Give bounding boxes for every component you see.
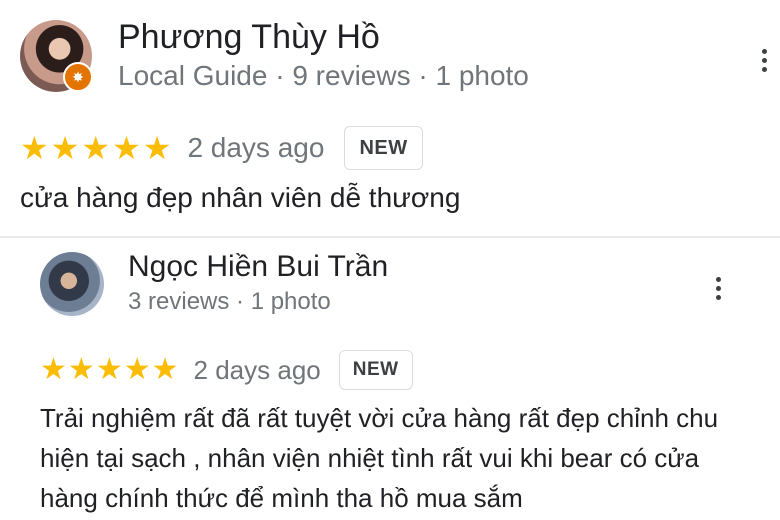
star-rating: ★ ★ ★ ★ ★ <box>40 355 180 385</box>
more-vert-icon <box>715 276 721 282</box>
star-icon: ★ <box>95 353 123 386</box>
star-icon: ★ <box>67 353 95 386</box>
rating-row: ★ ★ ★ ★ ★ 2 days ago NEW <box>20 126 423 170</box>
reviewer-meta: Local Guide · 9 reviews · 1 photo <box>118 60 529 91</box>
review-text: cửa hàng đẹp nhân viên dễ thương <box>20 182 461 213</box>
review-text: Trải nghiệm rất đã rất tuyệt vời cửa hàn… <box>40 403 719 513</box>
review-card: Ngọc Hiền Bui Trần 3 reviews · 1 photo ★… <box>0 238 780 520</box>
review-card: ✸ Phương Thùy Hồ Local Guide · 9 reviews… <box>0 0 780 236</box>
reviewer-name[interactable]: Phương Thùy Hồ <box>118 18 380 57</box>
review-date: 2 days ago <box>187 132 325 163</box>
more-options-button[interactable] <box>706 268 730 308</box>
star-icon: ★ <box>20 130 49 166</box>
review-date: 2 days ago <box>193 354 321 385</box>
new-badge: NEW <box>338 350 413 390</box>
star-icon: ★ <box>112 130 141 166</box>
star-icon: ★ <box>81 130 111 166</box>
reviewer-meta: 3 reviews · 1 photo <box>128 288 331 315</box>
star-icon: ★ <box>123 353 151 386</box>
more-options-button[interactable] <box>752 40 776 80</box>
star-icon: ★ <box>142 130 172 166</box>
star-icon: ★ <box>151 353 179 386</box>
star-rating: ★ ★ ★ ★ ★ <box>20 132 173 164</box>
more-vert-icon <box>761 48 767 54</box>
rating-row: ★ ★ ★ ★ ★ 2 days ago NEW <box>40 350 413 390</box>
star-icon: ★ <box>50 130 80 166</box>
local-guide-badge-icon: ✸ <box>63 62 93 92</box>
reviewer-name[interactable]: Ngọc Hiền Bui Trần <box>128 250 388 284</box>
reviewer-avatar[interactable] <box>40 252 104 316</box>
star-icon: ★ <box>40 353 67 386</box>
new-badge: NEW <box>344 126 423 170</box>
